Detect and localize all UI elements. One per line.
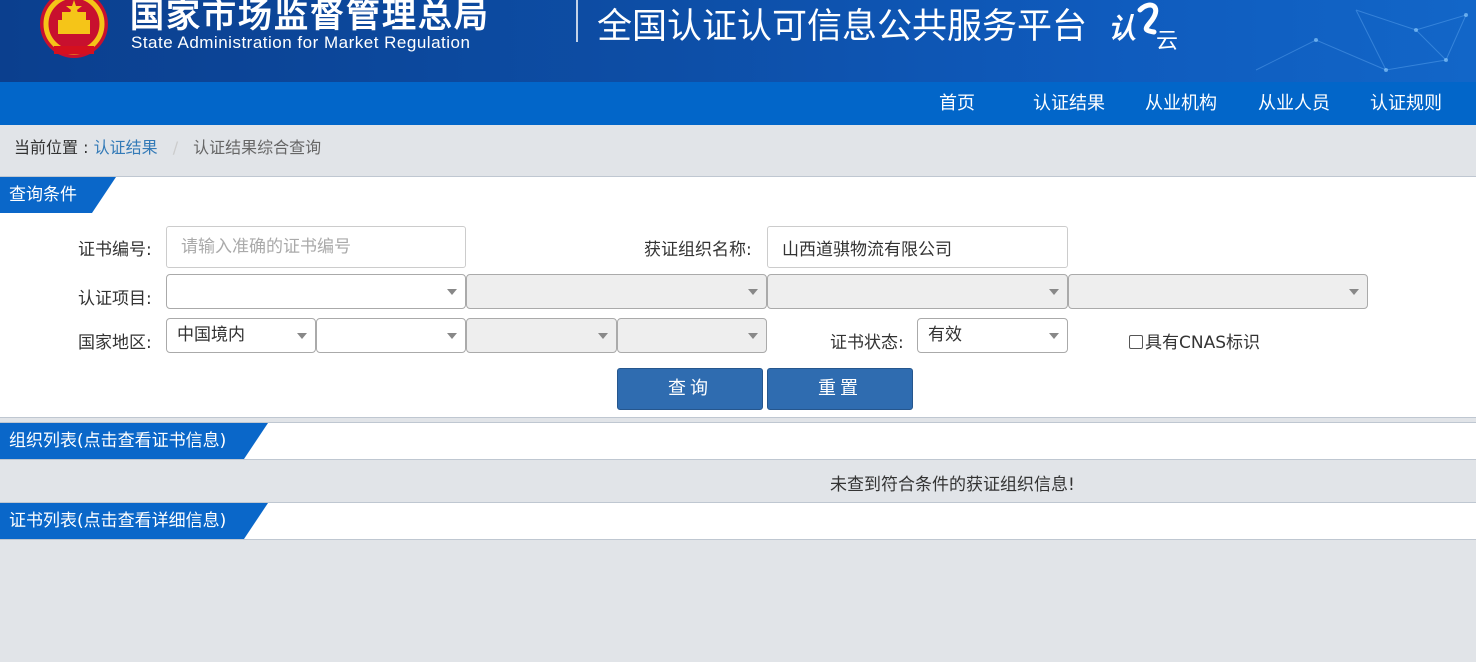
status-select[interactable]: 有效 <box>917 318 1068 353</box>
cert-no-label: 证书编号: <box>78 240 152 260</box>
status-label: 证书状态: <box>830 333 904 353</box>
cert-list-title: 证书列表(点击查看详细信息) <box>0 503 268 539</box>
agency-name-cn: 国家市场监督管理总局 <box>130 0 490 36</box>
chevron-down-icon <box>1049 289 1059 295</box>
cert-list-section-header: 证书列表(点击查看详细信息) <box>0 502 1476 540</box>
nav-item-home[interactable]: 首页 <box>939 82 975 125</box>
cnas-checkbox-wrap[interactable]: 具有CNAS标识 <box>1129 328 1260 353</box>
platform-title: 全国认证认可信息公共服务平台 <box>597 7 1088 47</box>
nav-item-rules[interactable]: 认证规则 <box>1370 82 1442 125</box>
breadcrumb-separator: / <box>172 138 179 157</box>
breadcrumb-current: 认证结果综合查询 <box>193 138 322 157</box>
region-select-4[interactable] <box>617 318 767 353</box>
org-list-empty-message: 未查到符合条件的获证组织信息! <box>830 475 1075 495</box>
nav-item-institutions[interactable]: 从业机构 <box>1145 82 1217 125</box>
search-button[interactable]: 查询 <box>617 368 763 410</box>
project-select-2[interactable] <box>466 274 767 309</box>
breadcrumb: 当前位置 : 认证结果 / 认证结果综合查询 <box>14 134 321 158</box>
national-emblem-icon <box>40 0 108 58</box>
breadcrumb-link-results[interactable]: 认证结果 <box>94 138 158 157</box>
project-label: 认证项目: <box>78 289 152 309</box>
region-label: 国家地区: <box>78 333 152 353</box>
chevron-down-icon <box>748 289 758 295</box>
site-header: 国家市场监督管理总局 State Administration for Mark… <box>0 0 1476 82</box>
chevron-down-icon <box>748 333 758 339</box>
region-select-1[interactable]: 中国境内 <box>166 318 316 353</box>
chevron-down-icon <box>297 333 307 339</box>
chevron-down-icon <box>1349 289 1359 295</box>
chevron-down-icon <box>598 333 608 339</box>
nav-item-results[interactable]: 认证结果 <box>1033 82 1105 125</box>
reset-button[interactable]: 重置 <box>767 368 913 410</box>
query-panel: 证书编号: 获证组织名称: 认证项目: 国家地区: 中国境内 证书状态: 有效 <box>0 213 1476 418</box>
svg-text:认: 认 <box>1108 12 1136 45</box>
chevron-down-icon <box>1049 333 1059 339</box>
nav-item-personnel[interactable]: 从业人员 <box>1258 82 1330 125</box>
renyun-logo-icon: 认 云 <box>1108 2 1178 52</box>
region-select-3[interactable] <box>466 318 617 353</box>
org-name-input[interactable] <box>767 226 1068 268</box>
region-select-1-value: 中国境内 <box>177 325 245 345</box>
cnas-checkbox[interactable] <box>1129 335 1143 349</box>
main-nav: 首页 认证结果 从业机构 从业人员 认证规则 <box>0 82 1476 125</box>
org-list-title: 组织列表(点击查看证书信息) <box>0 423 268 459</box>
breadcrumb-prefix: 当前位置 : <box>14 138 89 157</box>
project-select-4[interactable] <box>1068 274 1368 309</box>
org-name-label: 获证组织名称: <box>644 240 752 260</box>
agency-name-en: State Administration for Market Regulati… <box>131 33 471 52</box>
query-section-header: 查询条件 <box>0 176 1476 214</box>
query-section-title: 查询条件 <box>0 177 116 213</box>
project-select-3[interactable] <box>767 274 1068 309</box>
status-select-value: 有效 <box>928 325 962 345</box>
org-list-section-header: 组织列表(点击查看证书信息) <box>0 422 1476 460</box>
cert-no-input[interactable] <box>166 226 466 268</box>
svg-text:云: 云 <box>1156 29 1178 52</box>
project-select-1[interactable] <box>166 274 466 309</box>
cnas-checkbox-label: 具有CNAS标识 <box>1145 333 1261 353</box>
chevron-down-icon <box>447 333 457 339</box>
region-select-2[interactable] <box>316 318 466 353</box>
header-divider <box>576 0 578 42</box>
chevron-down-icon <box>447 289 457 295</box>
